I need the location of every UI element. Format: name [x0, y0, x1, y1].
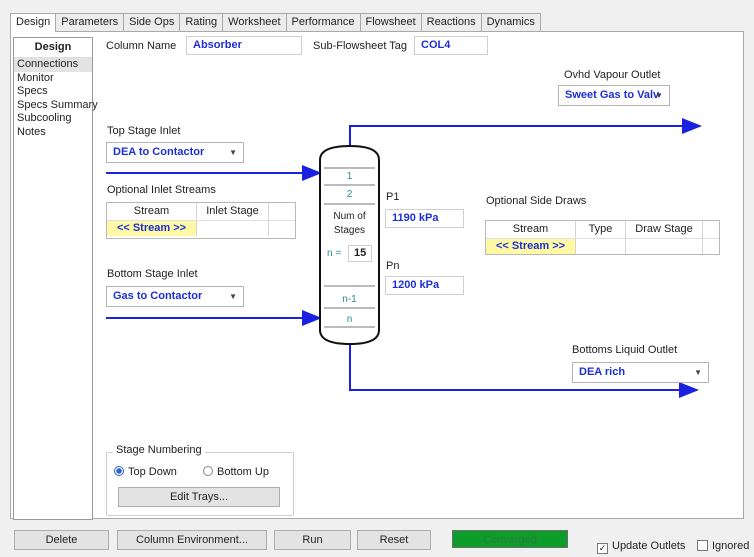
bottoms-liquid-outlet-label: Bottoms Liquid Outlet — [572, 344, 678, 356]
table-header-row: Stream Type Draw Stage — [486, 221, 719, 238]
column-header-draw-stage: Draw Stage — [626, 221, 703, 238]
column-environment-button[interactable]: Column Environment... — [117, 530, 267, 550]
spacer-cell — [703, 239, 719, 254]
bottom-up-radio[interactable]: Bottom Up — [203, 466, 269, 478]
num-stages-field[interactable]: 15 — [348, 245, 372, 262]
column-header-spacer — [703, 221, 719, 238]
edit-trays-button[interactable]: Edit Trays... — [118, 487, 280, 507]
update-outlets-label: Update Outlets — [612, 540, 686, 552]
optional-side-draws-table: Stream Type Draw Stage << Stream >> — [485, 220, 720, 255]
stage-n-minus-1-label: n-1 — [342, 294, 357, 305]
reset-button[interactable]: Reset — [357, 530, 431, 550]
run-button[interactable]: Run — [274, 530, 351, 550]
type-cell[interactable] — [576, 239, 626, 254]
optional-side-draws-label: Optional Side Draws — [486, 195, 587, 207]
stage-2-label: 2 — [346, 189, 353, 200]
bottoms-liquid-outlet-value: DEA rich — [579, 366, 626, 378]
num-stages-label-2: Stages — [333, 225, 366, 236]
ignored-label: Ignored — [712, 540, 750, 552]
pn-field[interactable]: 1200 kPa — [385, 276, 464, 295]
table-row: << Stream >> — [486, 238, 719, 254]
new-side-draw-cell[interactable]: << Stream >> — [486, 239, 576, 254]
chevron-down-icon: ▼ — [694, 368, 702, 377]
stage-1-label: 1 — [346, 171, 353, 182]
ignored-checkbox[interactable]: Ignored — [697, 540, 749, 552]
column-header-stream: Stream — [486, 221, 576, 238]
stage-n-label: n — [346, 314, 353, 325]
top-down-radio[interactable]: Top Down — [114, 466, 177, 478]
checkmark-icon: ✓ — [597, 543, 608, 554]
empty-checkbox-icon — [697, 540, 708, 551]
tab-design[interactable]: Design — [10, 13, 57, 32]
bottom-up-label: Bottom Up — [217, 466, 269, 478]
top-down-label: Top Down — [128, 466, 177, 478]
stage-numbering-label: Stage Numbering — [113, 444, 205, 456]
pn-label: Pn — [386, 260, 400, 272]
draw-stage-cell[interactable] — [626, 239, 703, 254]
n-equals-label: n = — [327, 248, 342, 259]
update-outlets-checkbox[interactable]: ✓ Update Outlets — [597, 540, 685, 554]
delete-button[interactable]: Delete — [14, 530, 109, 550]
p1-label: P1 — [386, 191, 400, 203]
column-header-type: Type — [576, 221, 626, 238]
p1-field[interactable]: 1190 kPa — [385, 209, 464, 228]
ovhd-outlet-arrow — [349, 118, 702, 146]
num-stages-label-1: Num of — [333, 211, 366, 222]
bottoms-liquid-outlet-select[interactable]: DEA rich ▼ — [572, 362, 709, 383]
status-badge: Converged — [452, 530, 568, 548]
radio-unselected-icon — [203, 466, 213, 476]
radio-selected-icon — [114, 466, 124, 476]
